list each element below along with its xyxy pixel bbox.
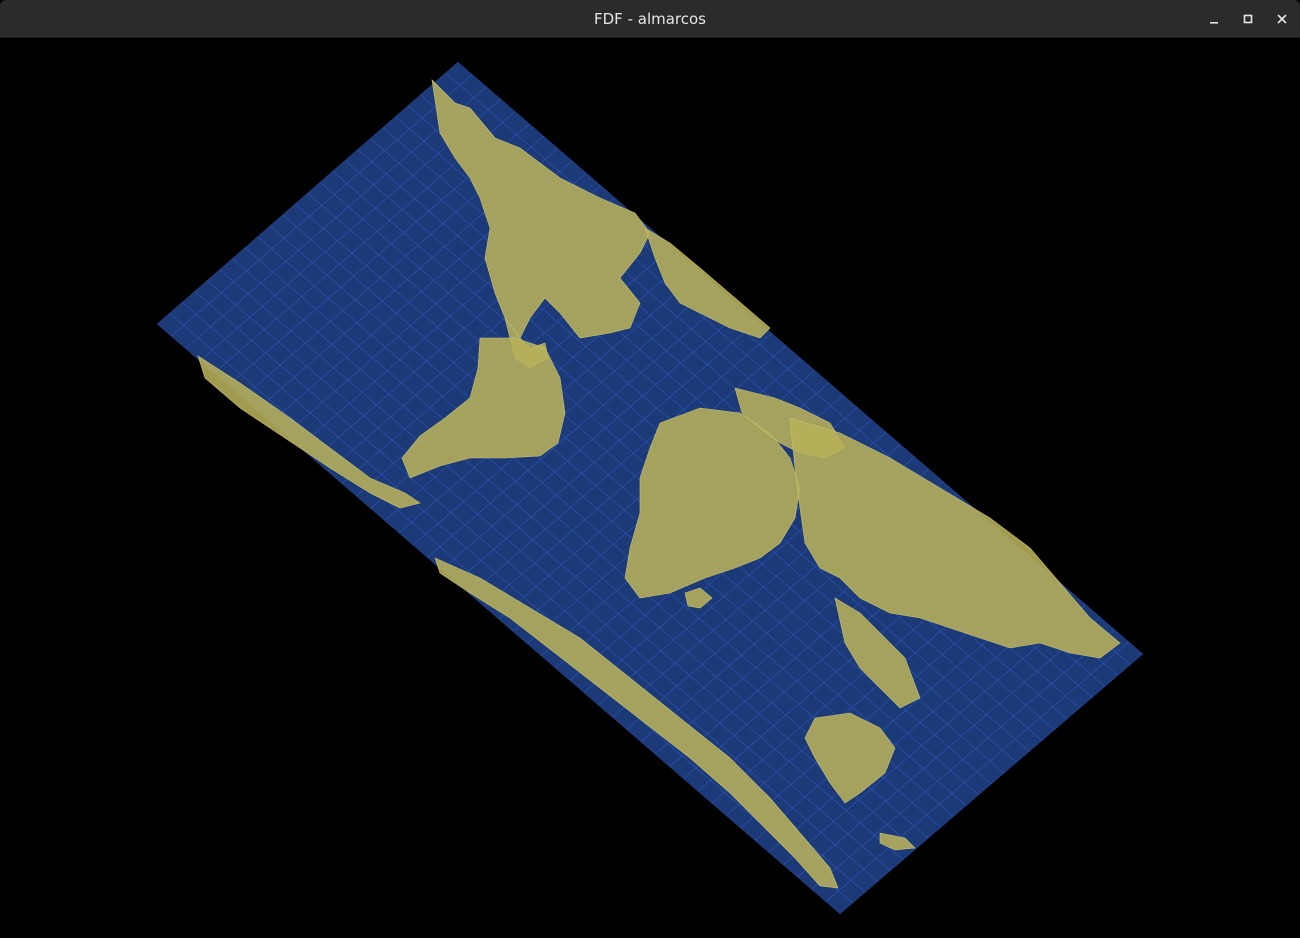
close-button[interactable] xyxy=(1272,9,1292,29)
app-window: FDF - almarcos xyxy=(0,0,1300,938)
window-title: FDF - almarcos xyxy=(594,10,706,28)
maximize-button[interactable] xyxy=(1238,9,1258,29)
wireframe-map xyxy=(157,62,1143,914)
render-canvas[interactable] xyxy=(0,38,1300,938)
minimize-button[interactable] xyxy=(1204,9,1224,29)
close-icon xyxy=(1277,14,1287,24)
maximize-icon xyxy=(1243,14,1253,24)
title-bar[interactable]: FDF - almarcos xyxy=(0,0,1300,38)
minimize-icon xyxy=(1210,22,1218,24)
